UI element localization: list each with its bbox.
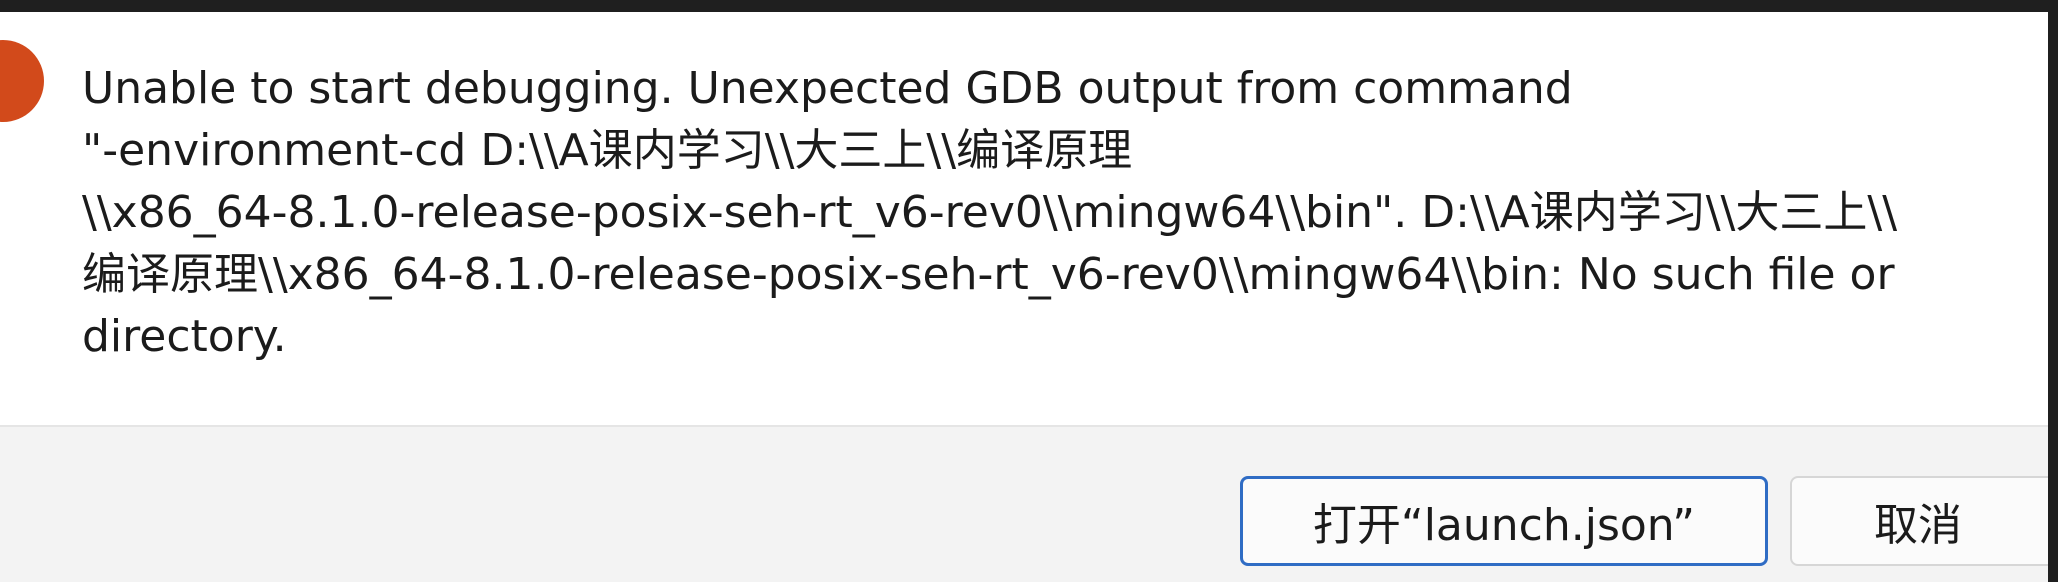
open-launch-json-button[interactable]: 打开“launch.json”	[1240, 476, 1768, 566]
error-icon	[0, 40, 44, 122]
error-dialog: Unable to start debugging. Unexpected GD…	[0, 12, 2048, 582]
cancel-button[interactable]: 取消	[1790, 476, 2048, 566]
error-message: Unable to start debugging. Unexpected GD…	[82, 63, 1898, 362]
dialog-footer: 打开“launch.json” 取消	[0, 425, 2048, 582]
